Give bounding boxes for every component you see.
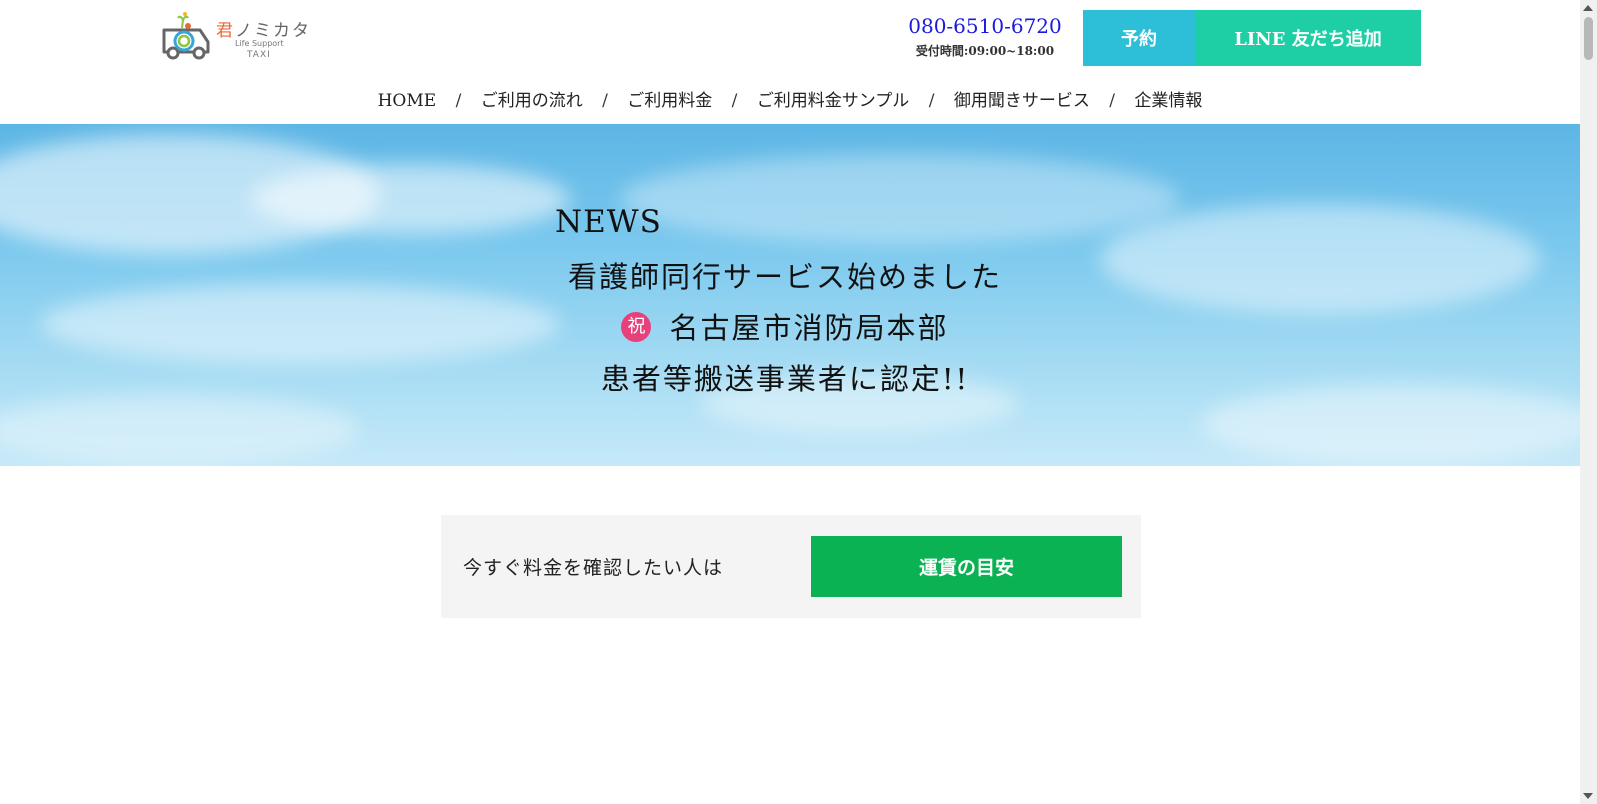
news-line-certified: 患者等搬送事業者に認定!! [600,362,970,396]
phone-number[interactable]: 080-6510-6720 [905,14,1065,38]
news-line-fire-dept: 祝名古屋市消防局本部 [560,303,1010,354]
nav-separator: / [1109,91,1115,111]
news-line-nurse-service: 看護師同行サービス始めました [567,260,1002,294]
nav-item-flow[interactable]: ご利用の流れ [481,91,583,111]
news-heading: NEWS [555,204,662,240]
scrollbar-thumb[interactable] [1584,17,1593,60]
celebration-badge-icon: 祝 [621,312,652,342]
scroll-up-arrow-icon[interactable] [1583,5,1593,11]
fare-estimate-button[interactable]: 運賃の目安 [811,536,1122,597]
business-hours: 受付時間:09:00~18:00 [915,44,1055,58]
scroll-down-arrow-icon[interactable] [1583,793,1593,799]
site-logo[interactable]: 君ノミカタ Life Support TAXI [160,10,309,62]
cloud-decoration [250,164,570,234]
fare-check-panel: 今すぐ料金を確認したい人は 運賃の目安 [441,515,1141,618]
nav-separator: / [602,91,608,111]
cloud-decoration [1200,384,1580,464]
logo-tagline: Life Support [235,39,284,48]
fare-prompt: 今すぐ料金を確認したい人は [463,557,724,579]
news-content: 看護師同行サービス始めました 祝名古屋市消防局本部 患者等搬送事業者に認定!! [560,252,1010,405]
cloud-decoration [620,154,1180,244]
cloud-decoration [0,394,360,464]
nav-item-errand-service[interactable]: 御用聞きサービス [954,91,1090,111]
nav-item-fee-samples[interactable]: ご利用料金サンプル [757,91,910,111]
hero-banner: NEWS 看護師同行サービス始めました 祝名古屋市消防局本部 患者等搬送事業者に… [0,124,1580,466]
reserve-button[interactable]: 予約 [1083,10,1195,66]
nav-item-home[interactable]: HOME [378,91,437,111]
nav-separator: / [455,91,462,111]
vertical-scrollbar[interactable] [1580,0,1597,804]
logo-sub: TAXI [247,50,271,60]
line-add-friend-button[interactable]: LINE 友だち追加 [1195,10,1421,66]
site-header: 君ノミカタ Life Support TAXI 080-6510-6720 受付… [0,0,1580,124]
cloud-decoration [1100,204,1540,314]
main-nav: HOME / ご利用の流れ / ご利用料金 / ご利用料金サンプル / 御用聞き… [0,86,1580,111]
nav-separator: / [928,91,935,111]
logo-name: 君ノミカタ [216,21,311,41]
contact-info: 080-6510-6720 受付時間:09:00~18:00 [905,14,1065,59]
nav-item-company[interactable]: 企業情報 [1134,91,1202,111]
wheelchair-taxi-logo-icon [162,12,210,60]
cloud-decoration [40,284,560,364]
nav-item-fees[interactable]: ご利用料金 [627,91,712,111]
nav-separator: / [731,91,738,111]
